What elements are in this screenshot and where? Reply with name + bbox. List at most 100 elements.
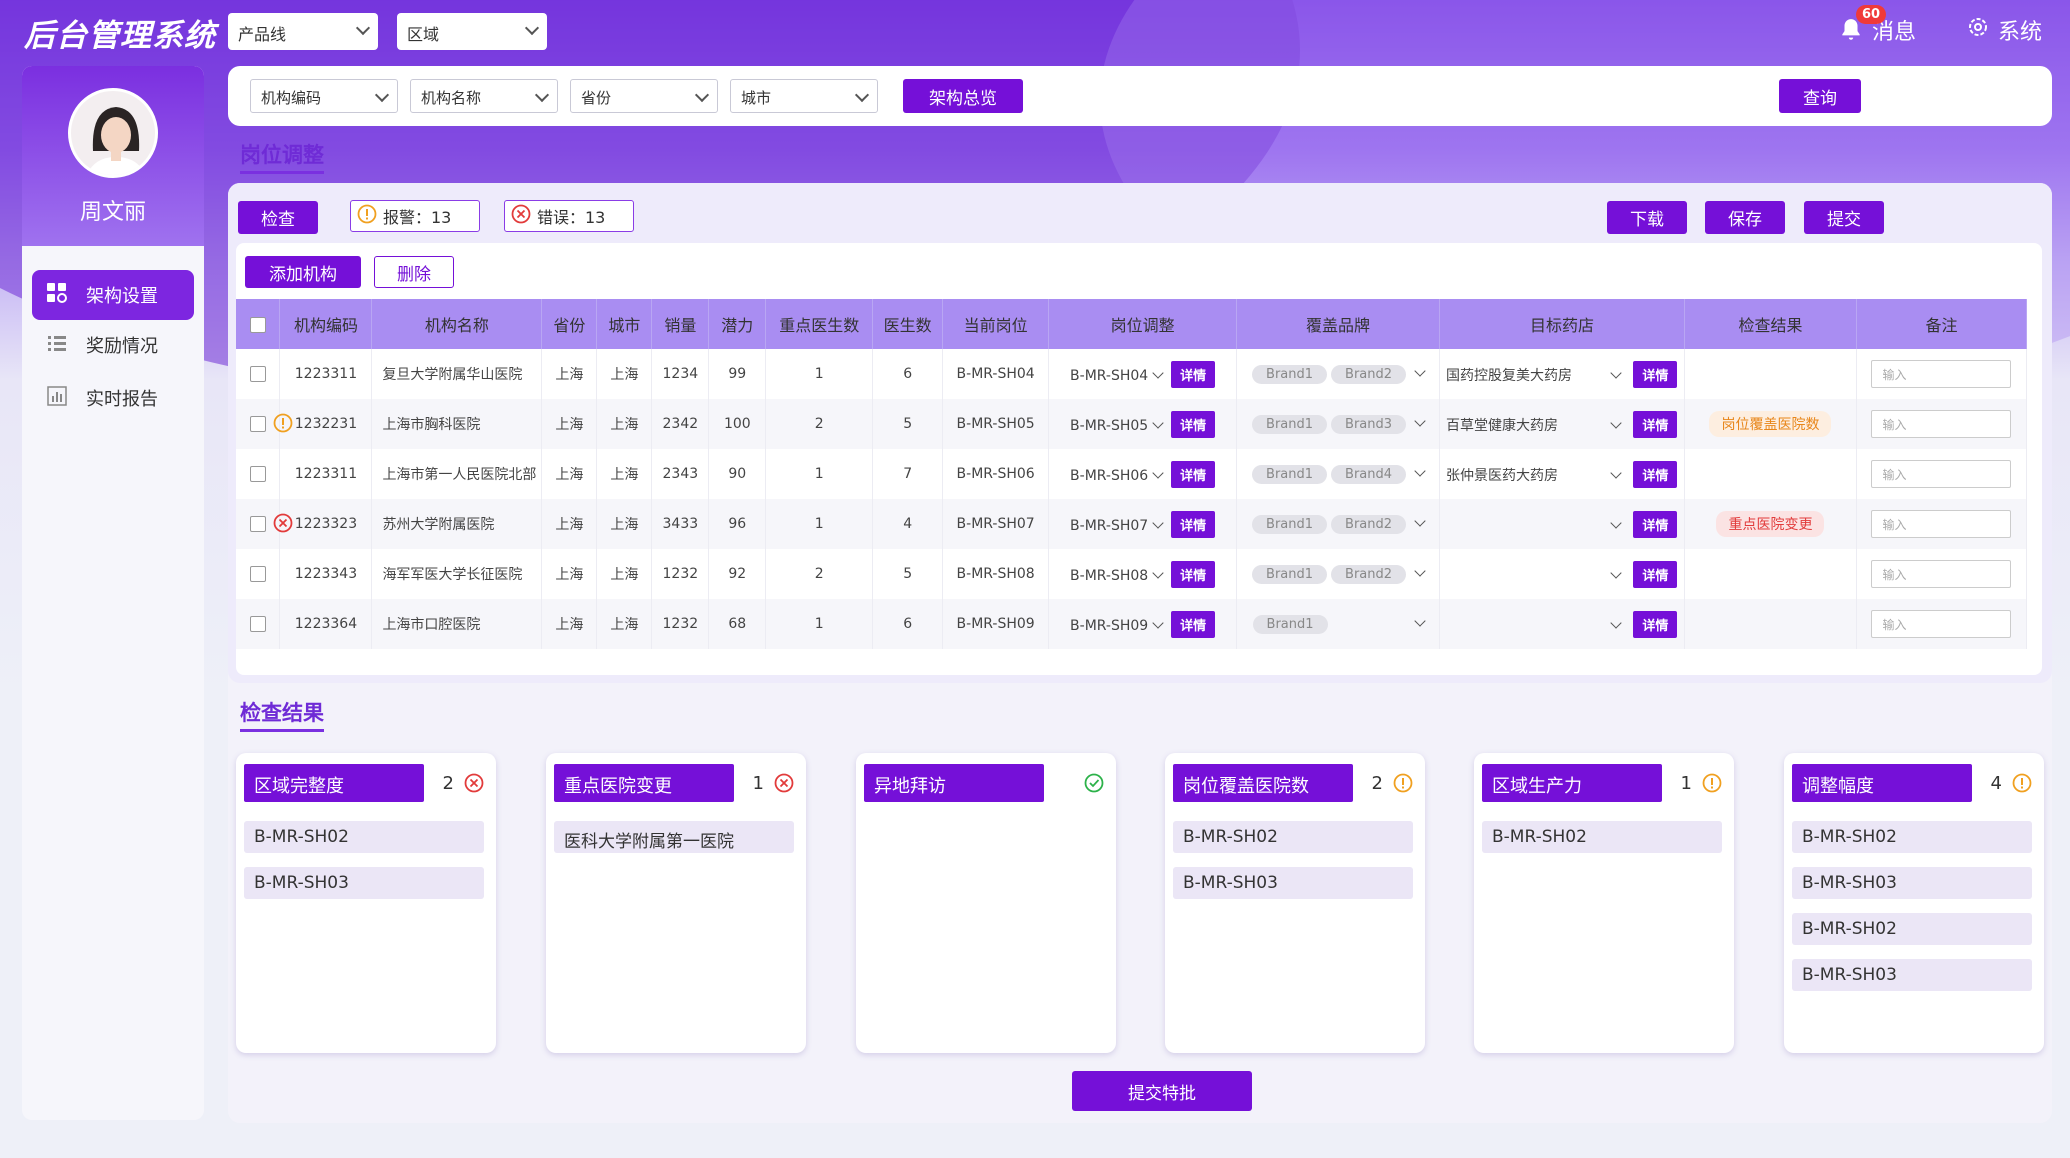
card-item[interactable]: B-MR-SH02: [1792, 913, 2032, 945]
card-item[interactable]: B-MR-SH02: [1482, 821, 1722, 853]
detail-button[interactable]: 详情: [1171, 360, 1216, 388]
card-item[interactable]: B-MR-SH02: [1173, 821, 1413, 853]
remark-input[interactable]: 输入: [1871, 360, 2012, 388]
detail-button[interactable]: 详情: [1633, 360, 1678, 388]
detail-button[interactable]: 详情: [1171, 610, 1216, 638]
submit-special-button[interactable]: 提交特批: [1072, 1071, 1252, 1111]
brand-tag[interactable]: Brand1: [1252, 614, 1328, 634]
position-adjust-cell: B-MR-SH06 详情: [1048, 449, 1238, 499]
detail-button[interactable]: 详情: [1633, 460, 1678, 488]
row-checkbox[interactable]: [249, 566, 266, 582]
messages-button[interactable]: 60 消息: [1838, 5, 1916, 46]
query-button[interactable]: 查询: [1779, 79, 1861, 113]
brand-tag[interactable]: Brand1: [1252, 364, 1328, 384]
brand-tag[interactable]: Brand1: [1252, 514, 1328, 534]
row-checkbox-cell[interactable]: [236, 549, 281, 599]
remark-input[interactable]: 输入: [1871, 410, 2012, 438]
brands-cell[interactable]: Brand1 Brand2: [1236, 499, 1441, 549]
check-button[interactable]: 检查: [238, 201, 318, 234]
delete-button[interactable]: 删除: [374, 256, 454, 288]
chevron-down-icon: [1152, 616, 1164, 629]
remark-input[interactable]: 输入: [1871, 460, 2012, 488]
row-checkbox[interactable]: [249, 366, 266, 382]
check-result-card: 调整幅度 4 B-MR-SH02 B-MR-SH03 B-MR-SH02 B-MR-SH0…: [1784, 753, 2044, 1053]
brands-cell[interactable]: Brand1 Brand4: [1236, 449, 1441, 499]
position-adjust-select[interactable]: B-MR-SH04: [1070, 366, 1164, 384]
detail-button[interactable]: 详情: [1633, 410, 1678, 438]
card-item[interactable]: B-MR-SH03: [1173, 867, 1413, 899]
position-adjust-select[interactable]: B-MR-SH09: [1070, 616, 1164, 634]
product-line-select[interactable]: 产品线: [228, 13, 378, 50]
position-adjust-select[interactable]: B-MR-SH06: [1070, 466, 1164, 484]
pharmacy-select[interactable]: 百草堂健康大药房: [1446, 415, 1606, 435]
brand-tag[interactable]: Brand1: [1252, 464, 1328, 484]
city-select[interactable]: 城市: [730, 79, 878, 113]
remark-input[interactable]: 输入: [1871, 510, 2012, 538]
row-checkbox[interactable]: [249, 416, 266, 432]
error-icon: [774, 773, 796, 795]
chevron-down-icon: [1152, 366, 1164, 379]
row-checkbox[interactable]: [249, 466, 266, 482]
pharmacy-select[interactable]: 国药控股复美大药房: [1446, 365, 1606, 385]
system-button[interactable]: 系统: [1966, 14, 2042, 46]
card-item[interactable]: B-MR-SH02: [244, 821, 484, 853]
card-title: 区域完整度: [244, 764, 424, 802]
remark-input[interactable]: 输入: [1871, 610, 2012, 638]
select-all-header[interactable]: [236, 299, 281, 349]
row-checkbox-cell[interactable]: [236, 349, 281, 399]
position-adjust-select[interactable]: B-MR-SH08: [1070, 566, 1164, 584]
detail-button[interactable]: 详情: [1171, 560, 1216, 588]
detail-button[interactable]: 详情: [1633, 510, 1678, 538]
detail-button[interactable]: 详情: [1171, 410, 1216, 438]
row-checkbox-cell[interactable]: [236, 449, 281, 499]
row-checkbox[interactable]: [249, 516, 266, 532]
brands-cell[interactable]: Brand1: [1236, 599, 1441, 649]
region-select[interactable]: 区域: [397, 13, 547, 50]
download-button[interactable]: 下载: [1607, 201, 1687, 234]
row-checkbox-cell[interactable]: [236, 599, 281, 649]
brands-cell[interactable]: Brand1 Brand3: [1236, 399, 1441, 449]
card-item[interactable]: 医科大学附属第一医院: [554, 821, 794, 853]
pharmacy-cell: 详情: [1439, 549, 1686, 599]
overview-button[interactable]: 架构总览: [903, 79, 1023, 113]
card-item[interactable]: B-MR-SH03: [1792, 959, 2032, 991]
org-name-select[interactable]: 机构名称: [410, 79, 558, 113]
submit-button[interactable]: 提交: [1804, 201, 1884, 234]
warning-icon: [2012, 773, 2034, 795]
brand-tag[interactable]: Brand3: [1331, 414, 1407, 434]
province: 上海: [541, 499, 598, 549]
brand-tag[interactable]: Brand2: [1331, 564, 1407, 584]
warning-count[interactable]: 报警：13: [350, 200, 480, 232]
brand-tag[interactable]: Brand2: [1331, 364, 1407, 384]
nav-item-org-settings[interactable]: 架构设置: [32, 270, 194, 320]
province-select[interactable]: 省份: [570, 79, 718, 113]
select-all-checkbox[interactable]: [249, 317, 266, 333]
brands-cell[interactable]: Brand1 Brand2: [1236, 349, 1441, 399]
nav-item-rewards[interactable]: 奖励情况: [32, 320, 194, 370]
brands-cell[interactable]: Brand1 Brand2: [1236, 549, 1441, 599]
card-item[interactable]: B-MR-SH03: [244, 867, 484, 899]
card-item[interactable]: B-MR-SH02: [1792, 821, 2032, 853]
brand-tag[interactable]: Brand4: [1331, 464, 1407, 484]
pharmacy-select[interactable]: 张仲景医药大药房: [1446, 465, 1606, 485]
brand-tag[interactable]: Brand1: [1252, 564, 1328, 584]
avatar[interactable]: [68, 88, 158, 178]
error-count[interactable]: 错误：13: [504, 200, 634, 232]
position-adjust-select[interactable]: B-MR-SH05: [1070, 416, 1164, 434]
row-checkbox[interactable]: [249, 616, 266, 632]
position-adjust-select[interactable]: B-MR-SH07: [1070, 516, 1164, 534]
brand-tag[interactable]: Brand1: [1252, 414, 1328, 434]
detail-button[interactable]: 详情: [1633, 610, 1678, 638]
detail-button[interactable]: 详情: [1633, 560, 1678, 588]
org-code-select[interactable]: 机构编码: [250, 79, 398, 113]
nav-item-realtime-report[interactable]: 实时报告: [32, 373, 194, 423]
detail-button[interactable]: 详情: [1171, 510, 1216, 538]
save-button[interactable]: 保存: [1705, 201, 1785, 234]
add-org-button[interactable]: 添加机构: [245, 256, 361, 288]
remark-input[interactable]: 输入: [1871, 560, 2012, 588]
detail-button[interactable]: 详情: [1171, 460, 1216, 488]
card-item[interactable]: B-MR-SH03: [1792, 867, 2032, 899]
org-name: 上海市第一人民医院北部: [371, 449, 543, 499]
doctors: 7: [872, 449, 944, 499]
brand-tag[interactable]: Brand2: [1331, 514, 1407, 534]
